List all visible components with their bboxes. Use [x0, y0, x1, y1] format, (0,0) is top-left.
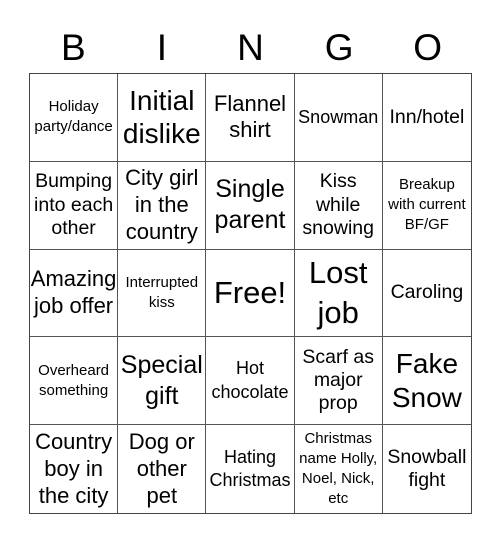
bingo-cell-free[interactable]: Free!	[206, 249, 295, 338]
bingo-cell[interactable]: Flannel shirt	[206, 74, 295, 162]
bingo-cell[interactable]: City girl in the country	[118, 161, 207, 250]
bingo-cell[interactable]: Caroling	[382, 250, 471, 338]
bingo-cell[interactable]: Initial dislike	[118, 74, 207, 162]
bingo-cell[interactable]: Hot chocolate	[206, 337, 295, 426]
bingo-cell[interactable]: Hating Christmas	[206, 425, 295, 513]
bingo-cell[interactable]: Overheard something	[30, 337, 119, 426]
header-letter-g: G	[324, 27, 354, 68]
bingo-cell[interactable]: Interrupted kiss	[118, 249, 207, 338]
bingo-cell[interactable]: Special gift	[118, 337, 207, 426]
bingo-cell[interactable]: Country boy in the city	[30, 425, 119, 513]
bingo-cell[interactable]: Christmas name Holly, Noel, Nick, etc	[295, 425, 383, 513]
bingo-cell[interactable]: Bumping into each other	[30, 161, 119, 250]
bingo-cell[interactable]: Kiss while snowing	[294, 161, 383, 250]
bingo-cell[interactable]: Scarf as major prop	[294, 337, 383, 426]
bingo-header: B I N G O	[29, 26, 472, 70]
bingo-cell[interactable]: Snowman	[294, 74, 383, 162]
header-letter-b: B	[60, 27, 86, 68]
bingo-cell[interactable]: Fake Snow	[382, 337, 471, 426]
bingo-cell[interactable]: Holiday party/dance	[30, 74, 119, 162]
bingo-cell[interactable]: Inn/hotel	[382, 74, 471, 162]
bingo-cell[interactable]: Dog or other pet	[118, 425, 207, 513]
header-letter-i: I	[156, 27, 168, 68]
bingo-cell[interactable]: Snowball fight	[383, 425, 471, 513]
bingo-cell[interactable]: Lost job	[294, 249, 383, 338]
bingo-grid: Holiday party/dance Initial dislike Flan…	[29, 73, 472, 514]
bingo-cell[interactable]: Single parent	[206, 161, 295, 250]
header-letter-n: N	[237, 27, 264, 68]
bingo-cell[interactable]: Breakup with current BF/GF	[382, 162, 471, 250]
header-letter-o: O	[413, 27, 443, 68]
bingo-cell[interactable]: Amazing job offer	[30, 249, 119, 338]
